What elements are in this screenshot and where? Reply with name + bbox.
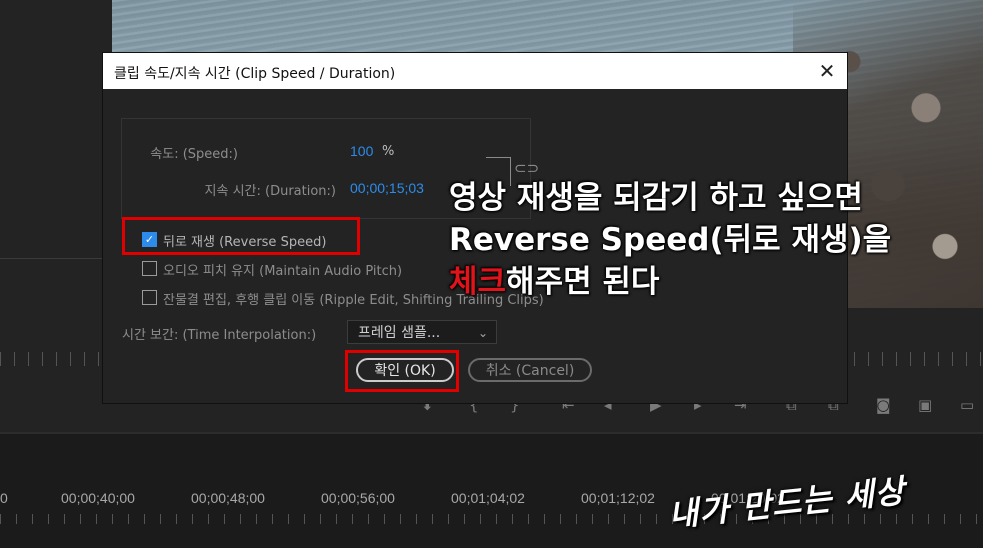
ok-button[interactable]: 확인 (OK) — [356, 358, 454, 382]
timecode-label: 00;00;48;00 — [191, 490, 265, 506]
comparison-icon[interactable]: ▣ — [918, 396, 932, 414]
timecode-label: 00;01;04;02 — [451, 490, 525, 506]
annotation-line-2: Reverse Speed(뒤로 재생)을 — [449, 222, 892, 258]
camera-icon[interactable]: ◙ — [876, 396, 891, 414]
safe-margins-icon[interactable]: ▭ — [960, 396, 974, 414]
speed-unit: % — [382, 144, 395, 159]
maintain-pitch-checkbox[interactable] — [142, 261, 157, 276]
annotation-line-3: 체크해주면 된다 — [449, 256, 659, 301]
chevron-down-icon: ⌄ — [477, 326, 488, 340]
project-panel — [0, 0, 112, 432]
maintain-pitch-label: 오디오 피치 유지 (Maintain Audio Pitch) — [163, 264, 403, 279]
duration-label: 지속 시간: (Duration:) — [204, 184, 336, 199]
dialog-titlebar: 클립 속도/지속 시간 (Clip Speed / Duration) ✕ — [103, 53, 847, 89]
interpolation-value: 프레임 샘플... — [358, 325, 441, 341]
timecode-label: 00;00;56;00 — [321, 490, 395, 506]
reverse-speed-label: 뒤로 재생 (Reverse Speed) — [163, 235, 327, 250]
speed-label: 속도: (Speed:) — [150, 147, 238, 162]
annotation-check-word: 체크 — [449, 264, 507, 300]
reverse-speed-checkbox[interactable]: ✓ — [142, 232, 157, 247]
annotation-rest: 해주면 된다 — [506, 264, 660, 300]
interpolation-dropdown[interactable]: 프레임 샘플... ⌄ — [347, 320, 497, 344]
duration-value[interactable]: 00;00;15;03 — [350, 180, 424, 196]
timecode-label: 00;01;12;02 — [581, 490, 655, 506]
interpolation-label: 시간 보간: (Time Interpolation:) — [122, 328, 317, 343]
annotation-line-1: 영상 재생을 되감기 하고 싶으면 — [449, 180, 863, 216]
dialog-title: 클립 속도/지속 시간 (Clip Speed / Duration) — [114, 66, 396, 82]
speed-value[interactable]: 100 — [350, 143, 373, 159]
timecode-label: 00;00;40;00 — [61, 490, 135, 506]
ripple-edit-checkbox[interactable] — [142, 290, 157, 305]
close-icon[interactable]: ✕ — [815, 59, 839, 83]
cancel-button[interactable]: 취소 (Cancel) — [468, 358, 592, 382]
timecode-label: 0 — [0, 490, 8, 506]
